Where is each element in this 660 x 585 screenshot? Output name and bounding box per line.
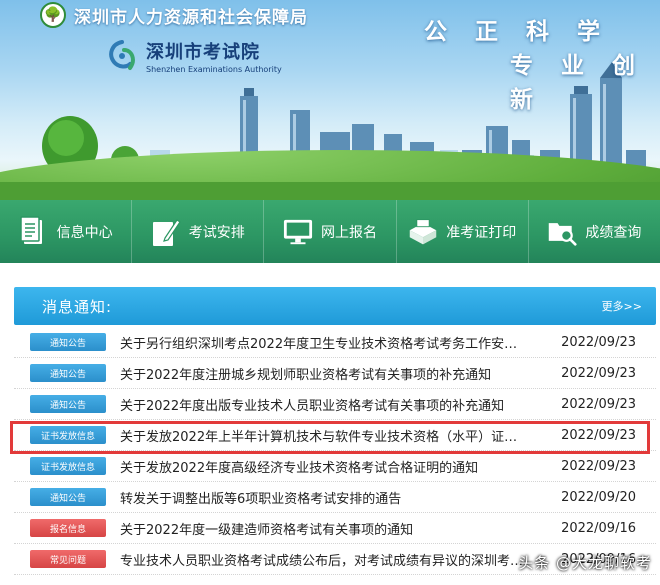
category-badge: 报名信息 — [30, 519, 106, 537]
notice-row[interactable]: 通知公告 关于2022年度出版专业技术人员职业资格考试有关事项的补充通知 202… — [14, 389, 656, 420]
notice-date: 2022/09/20 — [561, 489, 636, 505]
monitor-icon — [283, 215, 313, 249]
authority-name: 深圳市考试院 — [146, 42, 260, 63]
nav-item-admission-ticket-print[interactable]: 准考证打印 — [397, 200, 529, 263]
category-badge: 证书发放信息 — [30, 457, 106, 475]
notice-date: 2022/09/23 — [561, 458, 636, 474]
notice-title-link[interactable]: 转发关于调整出版等6项职业资格考试安排的通告 — [120, 488, 530, 507]
category-badge: 通知公告 — [30, 395, 106, 413]
notice-date: 2022/09/23 — [561, 334, 636, 350]
slogan-line-2: 专 业 创 新 — [510, 53, 646, 113]
notice-title-link[interactable]: 关于2022年度一级建造师资格考试有关事项的通知 — [120, 519, 530, 538]
ground-strip — [0, 182, 660, 200]
nav-item-score-query[interactable]: 成绩查询 — [529, 200, 660, 263]
notice-row[interactable]: 证书发放信息 关于发放2022年度高级经济专业技术资格考试合格证明的通知 202… — [14, 451, 656, 482]
nav-label: 信息中心 — [56, 224, 113, 241]
notice-panel-title: 消息通知: — [42, 297, 113, 316]
notice-title-link[interactable]: 专业技术人员职业资格考试成绩公布后，对考试成绩有异议的深圳考生请… — [120, 550, 530, 569]
notice-date: 2022/09/16 — [561, 520, 636, 536]
nav-item-online-registration[interactable]: 网上报名 — [264, 200, 397, 263]
category-badge: 通知公告 — [30, 364, 106, 382]
category-badge: 通知公告 — [30, 488, 106, 506]
notice-title-link[interactable]: 关于发放2022年度高级经济专业技术资格考试合格证明的通知 — [120, 457, 530, 476]
nav-label: 成绩查询 — [585, 224, 642, 241]
tree-seal-icon: 🌳 — [40, 2, 66, 28]
authority-text: 深圳市考试院 Shenzhen Examinations Authority — [146, 38, 282, 74]
nav-label: 网上报名 — [321, 224, 377, 241]
highlight-box — [10, 421, 650, 454]
nav-item-exam-schedule[interactable]: 考试安排 — [132, 200, 265, 263]
pencil-pad-icon — [151, 215, 181, 249]
notice-row[interactable]: 通知公告 转发关于调整出版等6项职业资格考试安排的通告 2022/09/20 — [14, 482, 656, 513]
notice-date: 2022/09/23 — [561, 396, 636, 412]
magnifier-folder-icon — [547, 215, 577, 249]
category-badge: 通知公告 — [30, 333, 106, 351]
document-icon — [19, 215, 49, 249]
notice-row[interactable]: 报名信息 关于2022年度一级建造师资格考试有关事项的通知 2022/09/16 — [14, 513, 656, 544]
main-nav: 信息中心 考试安排 网上报名 准考证打印 成绩查询 — [0, 200, 660, 263]
slogan-line-1: 公 正 科 学 — [424, 19, 611, 45]
notice-title-link[interactable]: 关于2022年度出版专业技术人员职业资格考试有关事项的补充通知 — [120, 395, 530, 414]
printer-icon — [408, 215, 438, 249]
notice-title-link[interactable]: 关于另行组织深圳考点2022年度卫生专业技术资格考试考务工作安排… — [120, 333, 530, 352]
notice-row[interactable]: 通知公告 关于另行组织深圳考点2022年度卫生专业技术资格考试考务工作安排… 2… — [14, 327, 656, 358]
more-link[interactable]: 更多>> — [602, 298, 642, 314]
nav-label: 考试安排 — [188, 224, 245, 241]
notice-title-link[interactable]: 关于2022年度注册城乡规划师职业资格考试有关事项的补充通知 — [120, 364, 530, 383]
notice-date: 2022/09/23 — [561, 365, 636, 381]
notice-row[interactable]: 通知公告 关于2022年度注册城乡规划师职业资格考试有关事项的补充通知 2022… — [14, 358, 656, 389]
watermark-text: 头条 @大龙聊软考 — [518, 554, 652, 572]
category-badge: 常见问题 — [30, 550, 106, 568]
authority-header[interactable]: 深圳市考试院 Shenzhen Examinations Authority — [104, 38, 282, 74]
header-banner: 🌳 深圳市人力资源和社会保障局 深圳市考试院 Shenzhen Examinat… — [0, 0, 660, 200]
nav-label: 准考证打印 — [446, 224, 517, 241]
bureau-title: 深圳市人力资源和社会保障局 — [74, 7, 308, 28]
authority-english-name: Shenzhen Examinations Authority — [146, 65, 282, 74]
notice-panel-header: 消息通知: 更多>> — [14, 287, 656, 325]
nav-item-info-center[interactable]: 信息中心 — [0, 200, 133, 263]
bureau-header: 🌳 深圳市人力资源和社会保障局 — [40, 2, 308, 28]
swirl-logo-icon — [109, 40, 135, 70]
